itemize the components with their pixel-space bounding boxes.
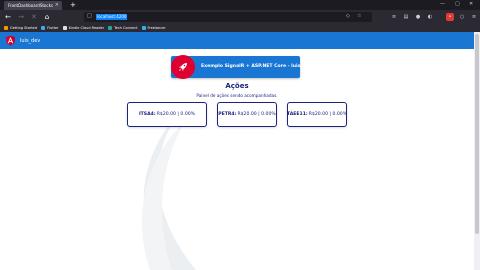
angular-logo-icon bbox=[5, 35, 16, 46]
new-tab-button[interactable]: + bbox=[70, 1, 76, 10]
browser-tab[interactable]: FrontDashboardStocks × bbox=[4, 1, 62, 10]
home-icon[interactable]: ⌂ bbox=[42, 12, 52, 22]
bookmark-label: Tech Connect bbox=[114, 26, 138, 30]
bookmark-favicon-icon bbox=[41, 26, 46, 30]
extension-icon-2[interactable]: ◐ bbox=[426, 13, 434, 21]
maximize-button[interactable]: ▢ bbox=[455, 1, 460, 7]
bookmark-label: Getting Started bbox=[10, 26, 38, 30]
stock-card: ITSA4: R$20.00 | 0.00% bbox=[127, 102, 207, 127]
web-page: luis_dev Exemplo SignalR + ASP.NET Core … bbox=[0, 32, 474, 270]
bookmark-item[interactable]: Tech Connect bbox=[108, 26, 138, 30]
forward-icon[interactable]: → bbox=[16, 12, 26, 22]
bookmark-star-icon[interactable]: ☆ bbox=[357, 13, 361, 19]
extension-badge-icon[interactable]: • bbox=[446, 13, 454, 21]
browser-window: FrontDashboardStocks × + — ▢ ✕ ← → ✕ ⌂ □… bbox=[0, 0, 480, 270]
pocket-icon[interactable]: ◇ bbox=[346, 13, 350, 19]
stock-ticker: ITSA4: bbox=[138, 112, 156, 117]
stock-ticker: PETR4: bbox=[218, 112, 237, 117]
bookmark-label: Kindle Cloud Reader bbox=[68, 26, 105, 30]
bookmark-label: Freelancer bbox=[147, 26, 166, 30]
stock-value: R$20.00 | 0.00% bbox=[156, 112, 196, 117]
bookmark-favicon-icon bbox=[4, 26, 8, 30]
menu-icon[interactable]: ≡ bbox=[470, 13, 478, 21]
account-icon[interactable]: ○ bbox=[458, 13, 466, 21]
tab-title: FrontDashboardStocks bbox=[8, 3, 53, 8]
minimize-button[interactable]: — bbox=[440, 1, 445, 7]
stock-card: TAEE11: R$20.00 | 0.00% bbox=[287, 102, 347, 127]
bookmark-item[interactable]: Freelancer bbox=[141, 26, 166, 30]
bookmark-favicon-icon bbox=[141, 26, 146, 30]
app-toolbar: luis_dev bbox=[0, 32, 474, 49]
signalr-example-button[interactable]: Exemplo SignalR + ASP.NET Core - luis_de… bbox=[171, 55, 312, 79]
navigation-bar: ← → ✕ ⌂ □ localhost:4200 ◇ ☆ ≡ ▤ ● ◐ • ○… bbox=[0, 10, 480, 24]
stock-card: PETR4: R$20.00 | 0.00% bbox=[217, 102, 277, 127]
page-scrollbar[interactable] bbox=[474, 32, 480, 270]
tab-close-icon[interactable]: × bbox=[55, 1, 59, 10]
section-title: Ações bbox=[225, 82, 249, 90]
back-icon[interactable]: ← bbox=[3, 12, 13, 22]
signalr-example-label: Exemplo SignalR + ASP.NET Core - luis_de… bbox=[201, 64, 313, 69]
section-subtitle: Painel de ações sendo acompanhadas. bbox=[196, 93, 278, 98]
url-text[interactable]: localhost:4200 bbox=[96, 14, 128, 20]
library-icon[interactable]: ≡ bbox=[390, 13, 398, 21]
stop-icon[interactable]: ✕ bbox=[29, 12, 39, 22]
stock-value: R$20.00 | 0.00% bbox=[308, 112, 348, 117]
scrollbar-thumb[interactable] bbox=[475, 34, 479, 234]
bookmark-item[interactable]: Getting Started bbox=[4, 26, 37, 30]
rocket-icon bbox=[171, 55, 195, 79]
bookmark-favicon-icon bbox=[62, 26, 67, 30]
toolbar-title: luis_dev bbox=[20, 37, 41, 44]
lock-icon[interactable]: □ bbox=[87, 13, 92, 19]
sidebar-icon[interactable]: ▤ bbox=[402, 13, 410, 21]
bookmark-item[interactable]: Flutter bbox=[41, 26, 59, 30]
bookmark-favicon-icon bbox=[108, 26, 113, 30]
bookmarks-bar: Getting Started Flutter Kindle Cloud Reade… bbox=[0, 24, 480, 32]
bookmark-label: Flutter bbox=[47, 26, 59, 30]
address-bar[interactable]: □ localhost:4200 ◇ ☆ bbox=[84, 12, 372, 22]
stock-ticker: TAEE11: bbox=[286, 112, 308, 117]
tab-strip: FrontDashboardStocks × + — ▢ ✕ bbox=[0, 0, 480, 10]
stock-cards: ITSA4: R$20.00 | 0.00% PETR4: R$20.00 | … bbox=[0, 102, 474, 127]
stock-value: R$20.00 | 0.00% bbox=[237, 112, 276, 117]
bookmark-item[interactable]: Kindle Cloud Reader bbox=[62, 26, 105, 30]
extension-icon[interactable]: ● bbox=[414, 13, 422, 21]
close-window-button[interactable]: ✕ bbox=[469, 1, 473, 7]
